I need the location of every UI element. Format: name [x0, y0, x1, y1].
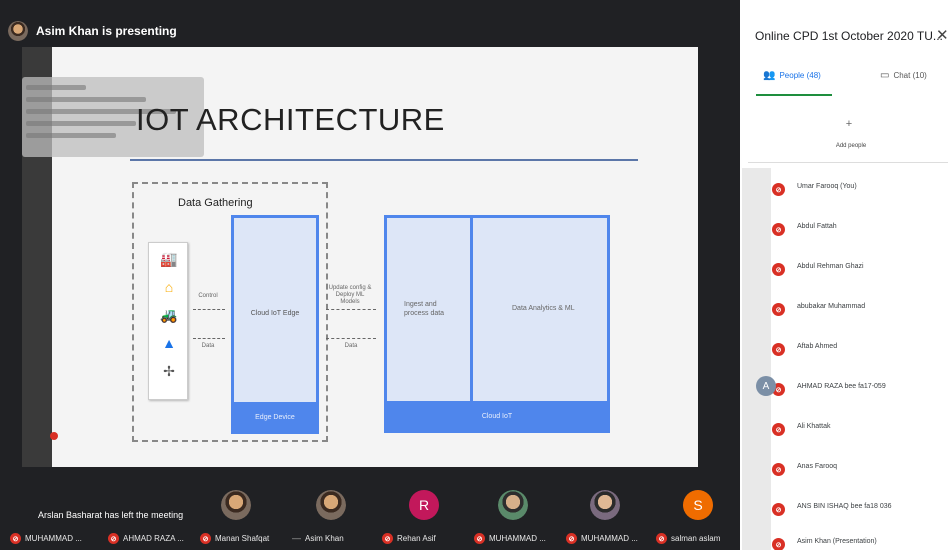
- person-row[interactable]: ⊘ Abdul Rehman Ghazi: [756, 252, 946, 280]
- people-icon: 👥: [763, 70, 776, 81]
- participant-label[interactable]: ⊘ salman aslam: [656, 533, 720, 544]
- tab-chat[interactable]: ▭ Chat (10): [880, 70, 927, 81]
- mic-off-icon: ⊘: [10, 533, 21, 544]
- person-row[interactable]: ⊘ abubakar Muhammad: [756, 292, 946, 320]
- person-avatar: [756, 416, 776, 436]
- data-gathering-label: Data Gathering: [178, 197, 253, 209]
- presenter-label: Asim Khan is presenting: [36, 24, 177, 38]
- tile-avatar-rehan[interactable]: R: [409, 490, 439, 520]
- wind-turbine-icon: ✢: [163, 363, 175, 379]
- presentation-slide: IOT ARCHITECTURE Data Gathering 🏭 ⌂ 🚜 ▲ …: [22, 47, 698, 467]
- person-avatar: [756, 296, 776, 316]
- person-avatar: [756, 216, 776, 236]
- chat-icon: ▭: [880, 70, 890, 81]
- analytics-label: Data Analytics & ML: [512, 305, 575, 312]
- close-icon[interactable]: ✕: [936, 26, 949, 44]
- tab-people[interactable]: 👥 People (48): [763, 70, 833, 81]
- person-row[interactable]: ⊘ Umar Farooq (You): [756, 172, 946, 200]
- person-avatar: [756, 336, 776, 356]
- mic-off-icon: ⊘: [200, 533, 211, 544]
- presenter-avatar: [8, 21, 28, 41]
- data-arrow-right-label: Data: [344, 343, 358, 349]
- participant-label[interactable]: — Asim Khan: [292, 533, 344, 543]
- update-arrow-label: Update config & Deploy ML Models: [328, 285, 372, 305]
- data-arrow-left-label: Data: [201, 343, 215, 349]
- meeting-stage: Asim Khan is presenting IOT ARCHITECTURE…: [0, 0, 740, 550]
- control-arrow: [193, 309, 225, 310]
- person-avatar: [756, 456, 776, 476]
- control-arrow-label: Control: [198, 293, 218, 299]
- data-arrow-right: [326, 338, 376, 339]
- participant-label[interactable]: ⊘ MUHAMMAD ...: [474, 533, 546, 544]
- participant-label[interactable]: ⊘ MUHAMMAD ...: [566, 533, 638, 544]
- data-arrow-left: [193, 338, 225, 339]
- device-strip: 🏭 ⌂ 🚜 ▲ ✢: [148, 242, 188, 400]
- people-divider: [748, 162, 948, 163]
- person-avatar: [756, 532, 776, 550]
- person-row[interactable]: ⊘ Aftab Ahmed: [756, 332, 946, 360]
- person-row[interactable]: ⊘ Anas Farooq: [756, 452, 946, 480]
- building-icon: ▲: [162, 335, 176, 351]
- tile-avatar-asim[interactable]: [316, 490, 346, 520]
- tile-avatar-muhammad-2[interactable]: [590, 490, 620, 520]
- update-arrow: [326, 309, 376, 310]
- tile-avatar-manan[interactable]: [221, 490, 251, 520]
- edge-box: Cloud IoT Edge: [231, 215, 319, 425]
- home-icon: ⌂: [164, 279, 174, 295]
- left-meeting-notice: Arslan Basharat has left the meeting: [38, 510, 184, 520]
- person-avatar: [756, 256, 776, 276]
- person-row[interactable]: ⊘ Asim Khan (Presentation): [756, 532, 946, 550]
- person-row[interactable]: ⊘ ANS BIN ISHAQ bee fa18 036: [756, 492, 946, 520]
- slide-title: IOT ARCHITECTURE: [136, 102, 445, 137]
- participant-label[interactable]: ⊘ AHMAD RAZA ...: [108, 533, 184, 544]
- person-avatar: A: [756, 376, 776, 396]
- tile-avatar-muhammad-1[interactable]: [498, 490, 528, 520]
- recording-indicator: [50, 432, 58, 440]
- title-rule: [130, 159, 638, 161]
- active-tab-indicator: [756, 94, 832, 96]
- edge-box-label: Cloud IoT Edge: [250, 310, 300, 317]
- person-avatar: [756, 496, 776, 516]
- add-people-icon[interactable]: +: [840, 118, 858, 132]
- edge-footer: Edge Device: [231, 402, 319, 434]
- person-avatar: [756, 176, 776, 196]
- mic-off-icon: ⊘: [566, 533, 577, 544]
- mic-off-icon: ⊘: [656, 533, 667, 544]
- ingest-label: Ingest and process data: [404, 301, 445, 317]
- mic-off-icon: ⊘: [382, 533, 393, 544]
- cloud-divider: [470, 217, 473, 401]
- speaking-indicator-icon: —: [292, 533, 301, 543]
- factory-icon: 🏭: [160, 251, 178, 267]
- mic-off-icon: ⊘: [108, 533, 119, 544]
- add-people-button[interactable]: Add people: [826, 143, 876, 149]
- person-row[interactable]: A ⊘ AHMAD RAZA bee fa17-059: [756, 372, 946, 400]
- presenter-bar: Asim Khan is presenting: [8, 20, 177, 42]
- person-row[interactable]: ⊘ Ali Khattak: [756, 412, 946, 440]
- vehicle-icon: 🚜: [160, 307, 178, 323]
- participant-label[interactable]: ⊘ Manan Shafqat: [200, 533, 269, 544]
- tile-avatar-salman[interactable]: S: [683, 490, 713, 520]
- mic-off-icon: ⊘: [474, 533, 485, 544]
- participant-label[interactable]: ⊘ Rehan Asif: [382, 533, 436, 544]
- person-row[interactable]: ⊘ Abdul Fattah: [756, 212, 946, 240]
- participant-label[interactable]: ⊘ MUHAMMAD ...: [10, 533, 82, 544]
- panel-title: Online CPD 1st October 2020 TU...: [755, 29, 943, 43]
- cloud-footer: Cloud IoT: [384, 401, 610, 433]
